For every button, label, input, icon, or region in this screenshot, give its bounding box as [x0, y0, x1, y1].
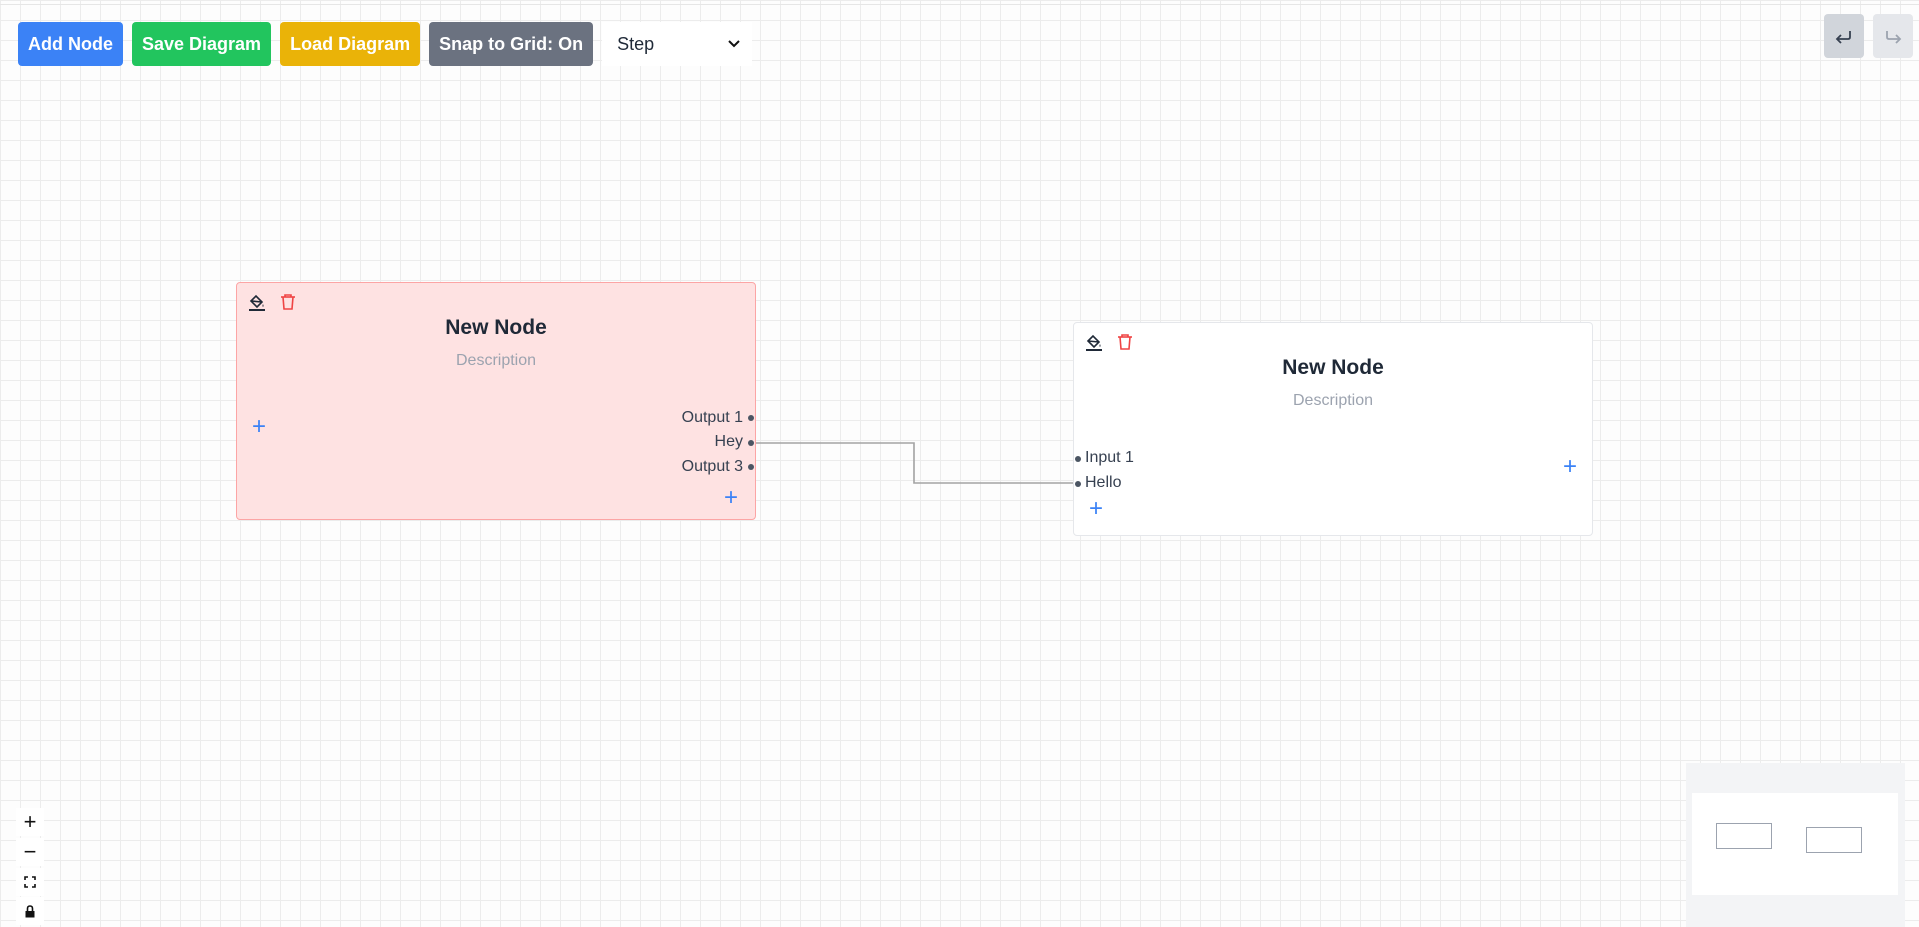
minus-icon: − — [23, 839, 37, 864]
node-title: New Node — [1282, 356, 1384, 379]
node-description: Description — [455, 352, 537, 369]
lock-button[interactable] — [16, 897, 44, 925]
add-output-port-icon[interactable]: + — [721, 486, 741, 510]
input-port-handle[interactable] — [1075, 481, 1081, 487]
input-port-handle[interactable] — [1075, 456, 1081, 462]
output-port-label: Output 1 — [681, 409, 743, 426]
add-input-port-icon[interactable]: + — [1086, 497, 1106, 521]
zoom-out-button[interactable]: − — [16, 838, 44, 866]
output-port-handle[interactable] — [748, 415, 754, 421]
diagram-canvas[interactable]: Add Node Save Diagram Load Diagram Snap … — [0, 0, 1919, 927]
output-port-label: Output 3 — [681, 458, 743, 475]
output-port-handle[interactable] — [748, 464, 754, 470]
output-port-handle[interactable] — [748, 440, 754, 446]
paint-bucket-icon[interactable] — [247, 292, 267, 312]
node-title: New Node — [445, 316, 547, 339]
node-1[interactable]: New Node Description + Output 1 Hey Outp… — [236, 282, 756, 520]
plus-icon: + — [23, 809, 37, 834]
delete-icon[interactable] — [1115, 332, 1135, 352]
output-port-label: Hey — [714, 433, 743, 450]
minimap-node — [1806, 827, 1862, 853]
add-output-port-icon[interactable]: + — [1560, 455, 1580, 479]
add-input-port-icon[interactable]: + — [249, 415, 269, 439]
node-description: Description — [1292, 392, 1374, 409]
minimap-node — [1716, 823, 1772, 849]
fit-view-icon — [24, 876, 36, 888]
node-2[interactable]: New Node Description Input 1 Hello + + — [1073, 322, 1593, 536]
input-port-label: Input 1 — [1085, 449, 1134, 466]
zoom-in-button[interactable]: + — [16, 808, 44, 836]
delete-icon[interactable] — [278, 292, 298, 312]
fit-view-button[interactable] — [16, 868, 44, 896]
paint-bucket-icon[interactable] — [1084, 332, 1104, 352]
input-port-label: Hello — [1085, 474, 1122, 491]
lock-icon — [25, 904, 35, 917]
